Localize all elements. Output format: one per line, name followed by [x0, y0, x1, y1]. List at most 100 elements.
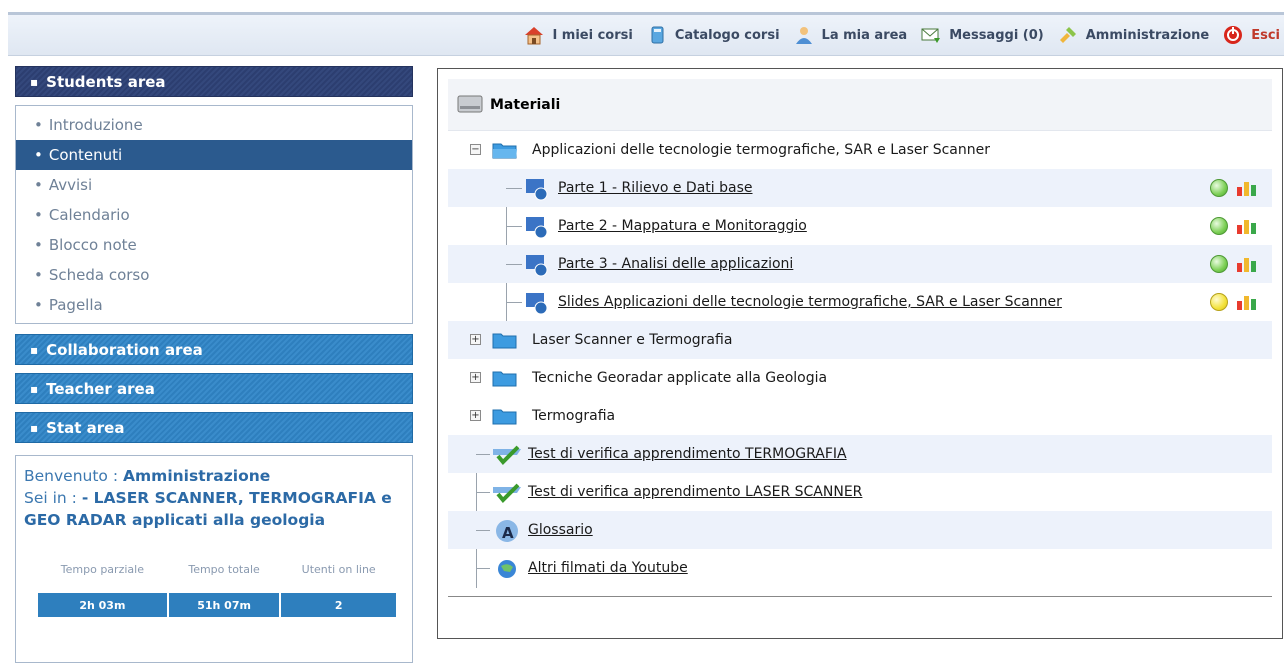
- messages-label: Messaggi (0): [949, 27, 1044, 43]
- module-icon: [524, 291, 550, 319]
- materials-panel: Materiali − Applicazioni delle tecnologi…: [437, 68, 1283, 639]
- tree-folder-georadar[interactable]: + Tecniche Georadar applicate alla Geolo…: [448, 359, 1272, 397]
- course-name: - LASER SCANNER, TERMOGRAFIA e GEO RADAR…: [24, 489, 392, 529]
- drive-icon: [456, 90, 484, 120]
- exit-icon: [1221, 23, 1245, 47]
- home-icon: [522, 23, 546, 47]
- glossary-row[interactable]: A Glossario: [448, 511, 1272, 549]
- course-catalog-link[interactable]: Catalogo corsi: [645, 23, 780, 47]
- teacher-area-header[interactable]: ▪ Teacher area: [15, 373, 413, 404]
- videos-row[interactable]: Altri filmati da Youtube: [448, 549, 1272, 587]
- folder-icon: [492, 330, 518, 354]
- my-courses-link[interactable]: I miei corsi: [522, 23, 633, 47]
- menu-item-pagella[interactable]: • Pagella: [16, 290, 412, 320]
- collaboration-area-label: Collaboration area: [46, 340, 203, 359]
- content-row[interactable]: Parte 3 - Analisi delle applicazioni: [448, 245, 1272, 283]
- menu-item-blocco-note[interactable]: • Blocco note: [16, 230, 412, 260]
- exit-label: Esci: [1251, 27, 1280, 43]
- stat-area-label: Stat area: [46, 418, 125, 437]
- content-row[interactable]: Slides Applicazioni delle tecnologie ter…: [448, 283, 1272, 321]
- top-navigation-bar: I miei corsi Catalogo corsi La mia area …: [8, 12, 1284, 56]
- my-area-link[interactable]: La mia area: [792, 23, 908, 47]
- menu-item-contenuti[interactable]: • Contenuti: [16, 140, 412, 170]
- stat-area-header[interactable]: ▪ Stat area: [15, 412, 413, 443]
- stats-chart-icon[interactable]: [1236, 255, 1258, 273]
- folder-label: Termografia: [532, 408, 616, 424]
- messages-link[interactable]: Messaggi (0): [919, 23, 1044, 47]
- course-catalog-label: Catalogo corsi: [674, 27, 780, 43]
- menu-item-introduzione[interactable]: • Introduzione: [16, 110, 412, 140]
- stats-chart-icon[interactable]: [1236, 293, 1258, 311]
- course-info-box: Benvenuto : Amministrazione Sei in : - L…: [15, 455, 413, 663]
- administration-label: Amministrazione: [1085, 27, 1210, 43]
- test-row[interactable]: Test di verifica apprendimento TERMOGRAF…: [448, 435, 1272, 473]
- folder-label: Laser Scanner e Termografia: [532, 332, 733, 348]
- content-link[interactable]: Parte 2 - Mappatura e Monitoraggio: [558, 218, 807, 234]
- stats-header-partial: Tempo parziale: [60, 562, 144, 576]
- content-link[interactable]: Slides Applicazioni delle tecnologie ter…: [558, 294, 1062, 310]
- completion-status-icon: [1210, 293, 1228, 311]
- stats-header-online: Utenti on line: [301, 562, 376, 576]
- message-icon: [919, 23, 943, 47]
- svg-text:A: A: [502, 524, 514, 542]
- stats-header-total: Tempo totale: [188, 562, 260, 576]
- students-area-label: Students area: [46, 72, 166, 91]
- materials-tree: Materiali − Applicazioni delle tecnologi…: [448, 79, 1272, 596]
- collapse-toggle-icon[interactable]: −: [470, 144, 481, 155]
- checkmark-icon: [490, 481, 524, 509]
- content-link[interactable]: Parte 1 - Rilievo e Dati base: [558, 180, 753, 196]
- stats-chart-icon[interactable]: [1236, 179, 1258, 197]
- welcome-line: Benvenuto : Amministrazione: [24, 467, 271, 485]
- module-icon: [524, 253, 550, 281]
- module-icon: [524, 215, 550, 243]
- stats-chart-icon[interactable]: [1236, 217, 1258, 235]
- folder-label: Applicazioni delle tecnologie termografi…: [532, 142, 990, 158]
- test-row[interactable]: Test di verifica apprendimento LASER SCA…: [448, 473, 1272, 511]
- students-area-header[interactable]: ▪ Students area: [15, 66, 413, 97]
- tree-folder-termografia[interactable]: + Termografia: [448, 397, 1272, 435]
- catalog-icon: [645, 23, 669, 47]
- test-link[interactable]: Test di verifica apprendimento LASER SCA…: [528, 484, 862, 500]
- course-line: Sei in : - LASER SCANNER, TERMOGRAFIA e …: [24, 489, 392, 529]
- my-area-label: La mia area: [821, 27, 908, 43]
- stats-value-partial: 2h 03m: [38, 593, 167, 617]
- checkmark-icon: [490, 443, 524, 471]
- panel-footer: [448, 596, 1272, 628]
- folder-icon: [492, 406, 518, 430]
- collaboration-area-header[interactable]: ▪ Collaboration area: [15, 334, 413, 365]
- open-folder-icon: [492, 140, 518, 164]
- tree-folder-laser-scanner[interactable]: + Laser Scanner e Termografia: [448, 321, 1272, 359]
- stats-value-online: 2: [281, 593, 396, 617]
- menu-item-avvisi[interactable]: • Avvisi: [16, 170, 412, 200]
- content-row[interactable]: Parte 2 - Mappatura e Monitoraggio: [448, 207, 1272, 245]
- content-link[interactable]: Parte 3 - Analisi delle applicazioni: [558, 256, 793, 272]
- administration-link[interactable]: Amministrazione: [1056, 23, 1209, 47]
- menu-item-calendario[interactable]: • Calendario: [16, 200, 412, 230]
- exit-link[interactable]: Esci: [1221, 23, 1280, 47]
- test-link[interactable]: Test di verifica apprendimento TERMOGRAF…: [528, 446, 847, 462]
- glossary-icon: A: [494, 518, 520, 548]
- module-icon: [524, 177, 550, 205]
- completion-status-icon: [1210, 255, 1228, 273]
- materials-header: Materiali: [448, 79, 1272, 131]
- folder-label: Tecniche Georadar applicate alla Geologi…: [532, 370, 828, 386]
- completion-status-icon: [1210, 179, 1228, 197]
- expand-toggle-icon[interactable]: +: [470, 410, 481, 421]
- expand-toggle-icon[interactable]: +: [470, 334, 481, 345]
- user-icon: [792, 23, 816, 47]
- content-row[interactable]: Parte 1 - Rilievo e Dati base: [448, 169, 1272, 207]
- admin-icon: [1056, 23, 1080, 47]
- completion-status-icon: [1210, 217, 1228, 235]
- my-courses-label: I miei corsi: [552, 27, 633, 43]
- students-menu: • Introduzione • Contenuti • Avvisi • Calend…: [15, 105, 413, 324]
- globe-icon: [496, 558, 518, 584]
- materials-title: Materiali: [490, 96, 561, 113]
- folder-icon: [492, 368, 518, 392]
- tree-folder-applicazioni[interactable]: − Applicazioni delle tecnologie termogra…: [448, 131, 1272, 169]
- videos-link[interactable]: Altri filmati da Youtube: [528, 560, 688, 576]
- expand-toggle-icon[interactable]: +: [470, 372, 481, 383]
- menu-item-scheda-corso[interactable]: • Scheda corso: [16, 260, 412, 290]
- glossary-link[interactable]: Glossario: [528, 522, 593, 538]
- left-sidebar: ▪ Students area • Introduzione • Contenuti…: [15, 66, 413, 663]
- time-stats-table: Tempo parziale Tempo totale Utenti on li…: [36, 545, 398, 619]
